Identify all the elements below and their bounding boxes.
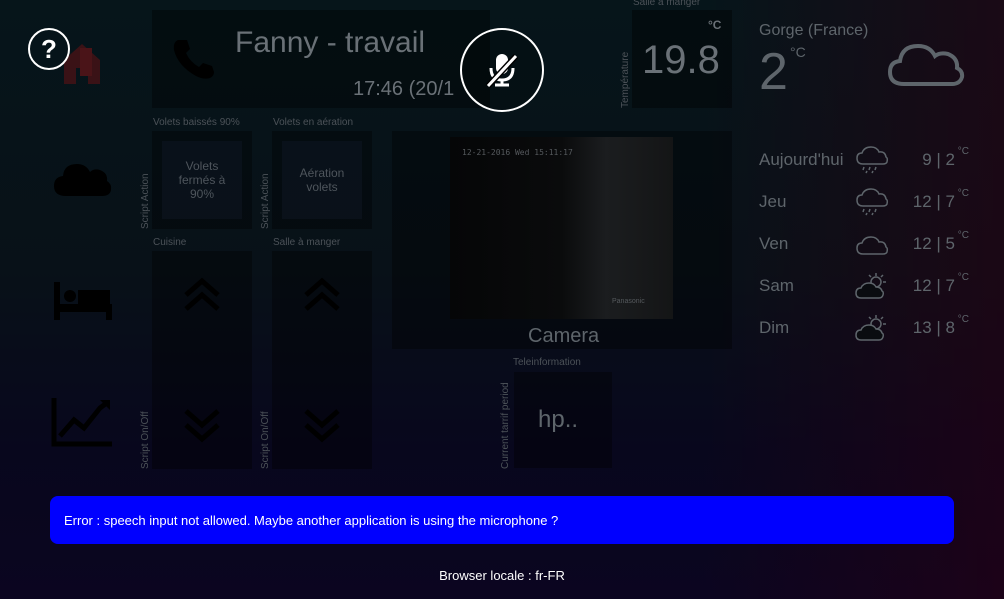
chevron-down-icon[interactable] — [302, 407, 342, 443]
scene-tile-volets-90[interactable]: Volets fermés à 90% — [152, 131, 252, 229]
forecast-row: Jeu 12 | 7 °C — [759, 188, 969, 218]
teleinfo-value: hp.. — [538, 406, 579, 433]
forecast-row: Dim 13 | 8 °C — [759, 314, 969, 344]
microphone-off-icon — [485, 53, 519, 89]
sun-cloud-icon — [855, 315, 886, 341]
temperature-unit: °C — [708, 18, 722, 32]
help-icon: ? — [41, 33, 57, 64]
microphone-button[interactable] — [460, 28, 544, 112]
chevron-up-icon[interactable] — [182, 277, 222, 313]
forecast-row: Aujourd'hui 9 | 2 °C — [759, 146, 969, 176]
temperature-value: 19.8 — [642, 38, 720, 82]
camera-feed[interactable] — [450, 137, 673, 319]
sun-cloud-icon — [855, 273, 886, 299]
scene-label: Volets baissés 90% — [153, 117, 240, 128]
shutter-control-cuisine — [152, 251, 252, 469]
scene-side-label: Script Action — [260, 173, 271, 229]
caller-name: Fanny - travail — [235, 26, 426, 59]
weather-location: Gorge (France) — [759, 22, 869, 39]
weather-current-unit: °C — [790, 44, 806, 60]
error-message: Error : speech input not allowed. Maybe … — [50, 496, 954, 544]
scene-label: Volets en aération — [273, 117, 354, 128]
temperature-side-label: Température — [620, 51, 631, 108]
scene-inner-label: Aération volets — [282, 141, 362, 219]
rain-cloud-icon — [856, 188, 889, 216]
bed-icon[interactable] — [48, 270, 116, 330]
chevron-down-icon[interactable] — [182, 407, 222, 443]
phone-icon — [170, 36, 220, 82]
temperature-room-label: Salle à manger — [633, 0, 701, 8]
weather-current-temp: 2 — [759, 43, 788, 101]
teleinfo-label: Teleinformation — [513, 357, 581, 368]
scene-side-label: Script Action — [140, 173, 151, 229]
weather-current-cloud-icon — [886, 34, 966, 90]
browser-locale: Browser locale : fr-FR — [439, 568, 565, 583]
shutter-side-label: Script On/Off — [140, 411, 151, 469]
rain-cloud-icon — [856, 146, 889, 174]
scene-tile-aeration[interactable]: Aération volets — [272, 131, 372, 229]
cloud-icon — [856, 236, 889, 255]
help-button[interactable]: ? — [28, 28, 70, 70]
cloud-nav-icon[interactable] — [48, 148, 116, 208]
scene-inner-label: Volets fermés à 90% — [162, 141, 242, 219]
forecast-row: Sam 12 | 7 °C — [759, 272, 969, 302]
call-time: 17:46 (20/10) — [353, 78, 455, 100]
camera-timestamp: 12-21-2016 Wed 15:11:17 — [462, 148, 573, 157]
shutter-label: Salle à manger — [273, 237, 341, 248]
shutter-side-label: Script On/Off — [260, 411, 271, 469]
shutter-label: Cuisine — [153, 237, 187, 248]
camera-watermark: Panasonic — [612, 298, 645, 305]
chevron-up-icon[interactable] — [302, 277, 342, 313]
teleinfo-side-label: Current tarrif period — [500, 382, 511, 469]
forecast-row: Ven 12 | 5 °C — [759, 230, 969, 260]
camera-label: Camera — [528, 325, 600, 347]
shutter-control-salle — [272, 251, 372, 469]
chart-icon[interactable] — [48, 390, 116, 450]
